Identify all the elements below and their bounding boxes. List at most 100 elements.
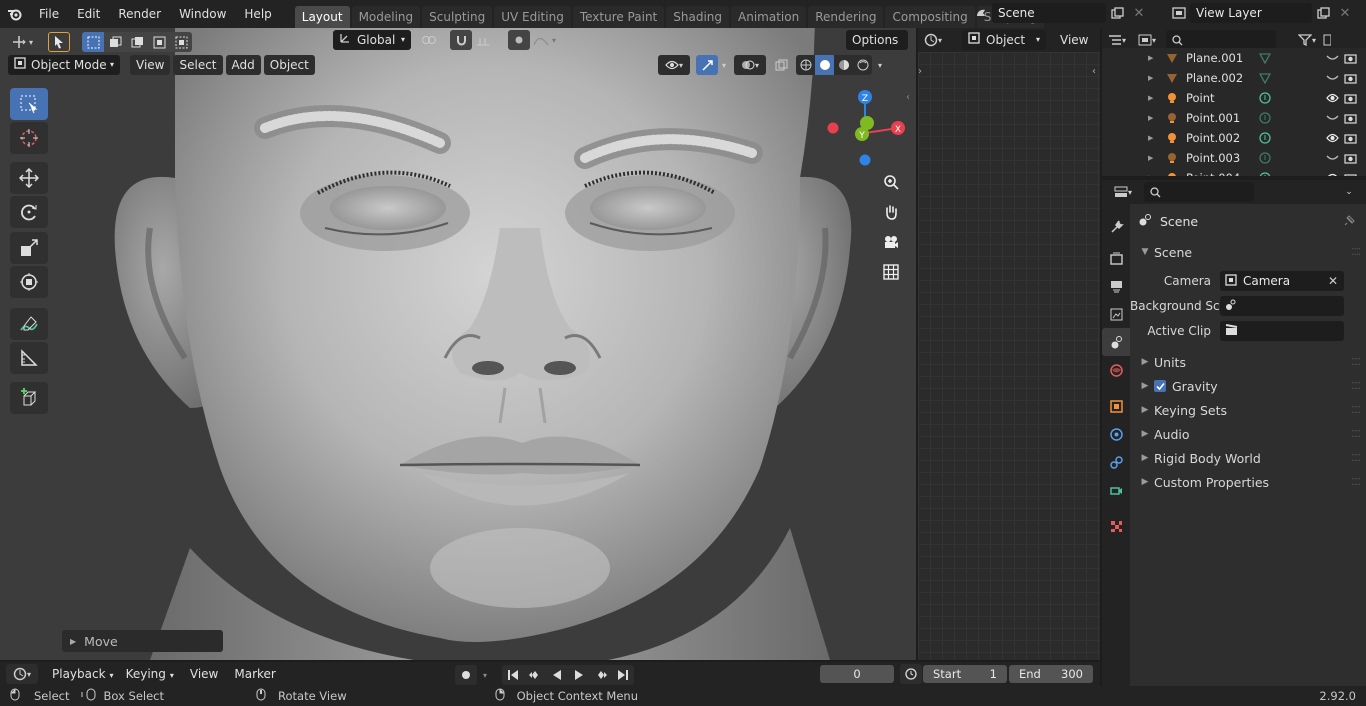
play-icon[interactable] bbox=[568, 665, 590, 685]
section-units[interactable]: ▶ Units ⁚⁚⁚⁚ bbox=[1130, 350, 1366, 374]
scene-browse-icon[interactable] bbox=[970, 3, 992, 23]
render-camera-icon[interactable] bbox=[1344, 173, 1366, 176]
select-subtract-icon[interactable] bbox=[126, 32, 148, 52]
light-data-icon[interactable] bbox=[1250, 112, 1280, 124]
object-tab-icon[interactable] bbox=[1102, 392, 1130, 420]
timeline-editor-icon[interactable]: ▾ bbox=[6, 664, 38, 684]
tab-modeling[interactable]: Modeling bbox=[351, 6, 421, 28]
tab-compositing[interactable]: Compositing bbox=[885, 6, 975, 28]
object-mode-dropdown[interactable]: Object Mode ▾ bbox=[8, 55, 120, 75]
tool-select-box[interactable] bbox=[10, 88, 48, 120]
outliner-type-icon[interactable]: ▾ bbox=[1102, 30, 1132, 50]
mesh-data-icon[interactable] bbox=[1250, 72, 1280, 84]
properties-type-icon[interactable]: ▾ bbox=[1108, 182, 1138, 202]
hidden-eye-icon[interactable] bbox=[1326, 153, 1344, 163]
current-frame-field[interactable]: 0 bbox=[820, 665, 894, 683]
blender-logo-icon[interactable] bbox=[0, 4, 30, 24]
falloff-icon[interactable] bbox=[530, 30, 552, 50]
drag-grip-icon[interactable]: ⁚⁚⁚⁚ bbox=[1351, 477, 1361, 488]
light-data-icon[interactable] bbox=[1250, 152, 1280, 164]
editor-type-icon[interactable]: ▾ bbox=[918, 30, 948, 50]
tool-cursor[interactable] bbox=[10, 122, 48, 154]
transform-orientation-dropdown[interactable]: Global ▾ bbox=[333, 30, 411, 50]
3d-viewport[interactable]: ▾ Global ▾ ▾ ▾ ▾ Options Object Mode ▾ V… bbox=[0, 28, 916, 660]
rendered-shading-icon[interactable] bbox=[853, 55, 872, 75]
prev-keyframe-icon[interactable] bbox=[524, 665, 546, 685]
viewport-menu-view[interactable]: View bbox=[130, 55, 171, 75]
sidebar-toggle-icon[interactable]: ‹ bbox=[906, 92, 910, 103]
menu-edit[interactable]: Edit bbox=[68, 0, 109, 28]
light-data-icon[interactable] bbox=[1250, 172, 1280, 176]
select-intersect-icon[interactable] bbox=[170, 32, 192, 52]
jump-start-icon[interactable] bbox=[502, 665, 524, 685]
object-context-dropdown[interactable]: Object ▾ bbox=[962, 30, 1046, 50]
next-keyframe-icon[interactable] bbox=[590, 665, 612, 685]
data-tab-icon[interactable] bbox=[1102, 476, 1130, 504]
visible-eye-icon[interactable] bbox=[1326, 133, 1344, 143]
pan-hand-icon[interactable] bbox=[878, 199, 904, 225]
drag-grip-icon[interactable]: ⁚⁚⁚⁚ bbox=[1351, 453, 1361, 464]
visible-eye-icon[interactable] bbox=[1326, 93, 1344, 103]
view-layer-close-icon[interactable]: ✕ bbox=[1334, 3, 1356, 23]
region-collapse-icon[interactable]: ‹ bbox=[1092, 66, 1096, 77]
camera-field[interactable]: Camera ✕ bbox=[1220, 271, 1344, 291]
jump-end-icon[interactable] bbox=[612, 665, 634, 685]
tool-add-cube[interactable] bbox=[10, 382, 48, 414]
start-frame-field[interactable]: Start 1 bbox=[923, 665, 1007, 683]
render-camera-icon[interactable] bbox=[1344, 113, 1366, 124]
physics-tab-icon[interactable] bbox=[1102, 420, 1130, 448]
hidden-eye-icon[interactable] bbox=[1326, 73, 1344, 83]
material-shading-icon[interactable] bbox=[834, 55, 853, 75]
section-custom-properties[interactable]: ▶ Custom Properties ⁚⁚⁚⁚ bbox=[1130, 470, 1366, 494]
scene-tab-icon[interactable] bbox=[1102, 328, 1130, 356]
render-tab-icon[interactable] bbox=[1102, 244, 1130, 272]
menu-window[interactable]: Window bbox=[170, 0, 235, 28]
render-camera-icon[interactable] bbox=[1344, 53, 1366, 64]
options-dropdown[interactable]: Options ▾ bbox=[846, 30, 908, 66]
select-new-icon[interactable] bbox=[82, 32, 104, 52]
hidden-eye-icon[interactable] bbox=[1326, 53, 1344, 63]
scene-close-icon[interactable]: ✕ bbox=[1128, 3, 1150, 23]
region-expand-icon[interactable]: › bbox=[918, 66, 922, 77]
expand-triangle-icon[interactable]: ▶ bbox=[1148, 54, 1166, 62]
transform-pivot-icon[interactable]: ▾ bbox=[6, 32, 38, 52]
properties-search-input[interactable] bbox=[1144, 182, 1254, 202]
timeline-menu-view[interactable]: View bbox=[184, 664, 224, 684]
timeline-menu-playback[interactable]: Playback ▾ bbox=[46, 664, 120, 684]
camera-view-icon[interactable] bbox=[878, 229, 904, 255]
select-invert-icon[interactable] bbox=[148, 32, 170, 52]
view-layer-tab-icon[interactable] bbox=[1102, 300, 1130, 328]
render-camera-icon[interactable] bbox=[1344, 133, 1366, 144]
outliner-item[interactable]: ▶ Plane.001 bbox=[1102, 48, 1366, 68]
outliner-item[interactable]: ▶ Point.001 bbox=[1102, 108, 1366, 128]
outliner-item[interactable]: ▶ Point.003 bbox=[1102, 148, 1366, 168]
world-tab-icon[interactable] bbox=[1102, 356, 1130, 384]
menu-file[interactable]: File bbox=[30, 0, 68, 28]
zoom-icon[interactable] bbox=[878, 169, 904, 195]
timeline-menu-keying[interactable]: Keying ▾ bbox=[120, 664, 180, 684]
texture-tab-icon[interactable] bbox=[1102, 512, 1130, 540]
tab-shading[interactable]: Shading bbox=[666, 6, 729, 28]
tool-rotate[interactable] bbox=[10, 196, 48, 228]
new-collection-icon[interactable] bbox=[1322, 30, 1332, 50]
section-keying-sets[interactable]: ▶ Keying Sets ⁚⁚⁚⁚ bbox=[1130, 398, 1366, 422]
expand-triangle-icon[interactable]: ▶ bbox=[1148, 134, 1166, 142]
render-camera-icon[interactable] bbox=[1344, 153, 1366, 164]
expand-triangle-icon[interactable]: ▶ bbox=[1148, 94, 1166, 102]
display-mode-icon[interactable]: ▾ bbox=[1132, 30, 1162, 50]
gizmo-neg-z-axis[interactable] bbox=[859, 154, 871, 166]
last-operator-panel[interactable]: ▶ Move bbox=[62, 630, 223, 652]
viewport-menu-object[interactable]: Object bbox=[263, 55, 315, 75]
visible-eye-icon[interactable] bbox=[1326, 173, 1344, 176]
navigation-gizmo[interactable]: Z X Y bbox=[820, 88, 910, 178]
background-scene-field[interactable] bbox=[1220, 296, 1344, 316]
solid-shading-icon[interactable] bbox=[815, 55, 835, 75]
select-extend-icon[interactable] bbox=[104, 32, 126, 52]
record-icon[interactable] bbox=[455, 665, 477, 685]
timeline-menu-marker[interactable]: Marker bbox=[228, 664, 281, 684]
drag-grip-icon[interactable]: ⁚⁚⁚⁚ bbox=[1351, 381, 1361, 392]
view-layer-name-field[interactable]: View Layer bbox=[1190, 3, 1312, 23]
tool-measure[interactable] bbox=[10, 342, 48, 374]
hidden-eye-icon[interactable] bbox=[1326, 113, 1344, 123]
tool-transform[interactable] bbox=[10, 266, 48, 298]
